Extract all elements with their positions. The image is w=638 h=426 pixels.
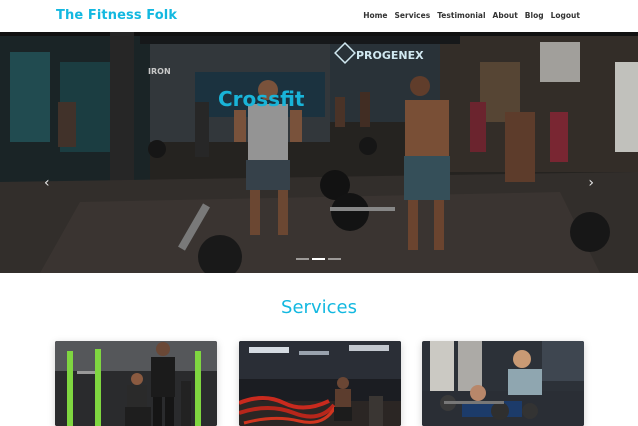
iron-sign-text: IRON <box>148 67 171 76</box>
service-card-1[interactable] <box>55 341 217 426</box>
dumbbell-training-photo <box>422 341 584 426</box>
carousel-indicators <box>296 258 341 260</box>
battle-ropes-photo <box>239 341 401 426</box>
carousel-next-arrow-icon[interactable]: › <box>588 175 594 191</box>
nav-testimonial[interactable]: Testimonial <box>437 11 485 20</box>
brand-logo[interactable]: The Fitness Folk <box>56 8 177 23</box>
nav-services[interactable]: Services <box>395 11 431 20</box>
nav-home[interactable]: Home <box>363 11 387 20</box>
progenex-logo-text: PROGENEX <box>356 49 424 62</box>
carousel-indicator-2[interactable] <box>312 258 325 260</box>
carousel-prev-arrow-icon[interactable]: ‹ <box>44 175 50 191</box>
nav-about[interactable]: About <box>493 11 518 20</box>
hero-carousel: Crossfit PROGENEX IRON ‹ › <box>0 32 638 273</box>
service-card-3[interactable] <box>422 341 584 426</box>
carousel-indicator-1[interactable] <box>296 258 309 260</box>
main-nav: Home Services Testimonial About Blog Log… <box>363 11 580 20</box>
hero-gym-image: Crossfit PROGENEX IRON <box>0 32 638 273</box>
nav-blog[interactable]: Blog <box>525 11 544 20</box>
services-heading: Services <box>281 297 357 318</box>
service-card-2[interactable] <box>239 341 401 426</box>
carousel-indicator-3[interactable] <box>328 258 341 260</box>
crossfit-wall-text: Crossfit <box>218 87 305 111</box>
nav-logout[interactable]: Logout <box>551 11 580 20</box>
navbar: The Fitness Folk Home Services Testimoni… <box>0 0 638 32</box>
trainers-photo <box>55 341 217 426</box>
